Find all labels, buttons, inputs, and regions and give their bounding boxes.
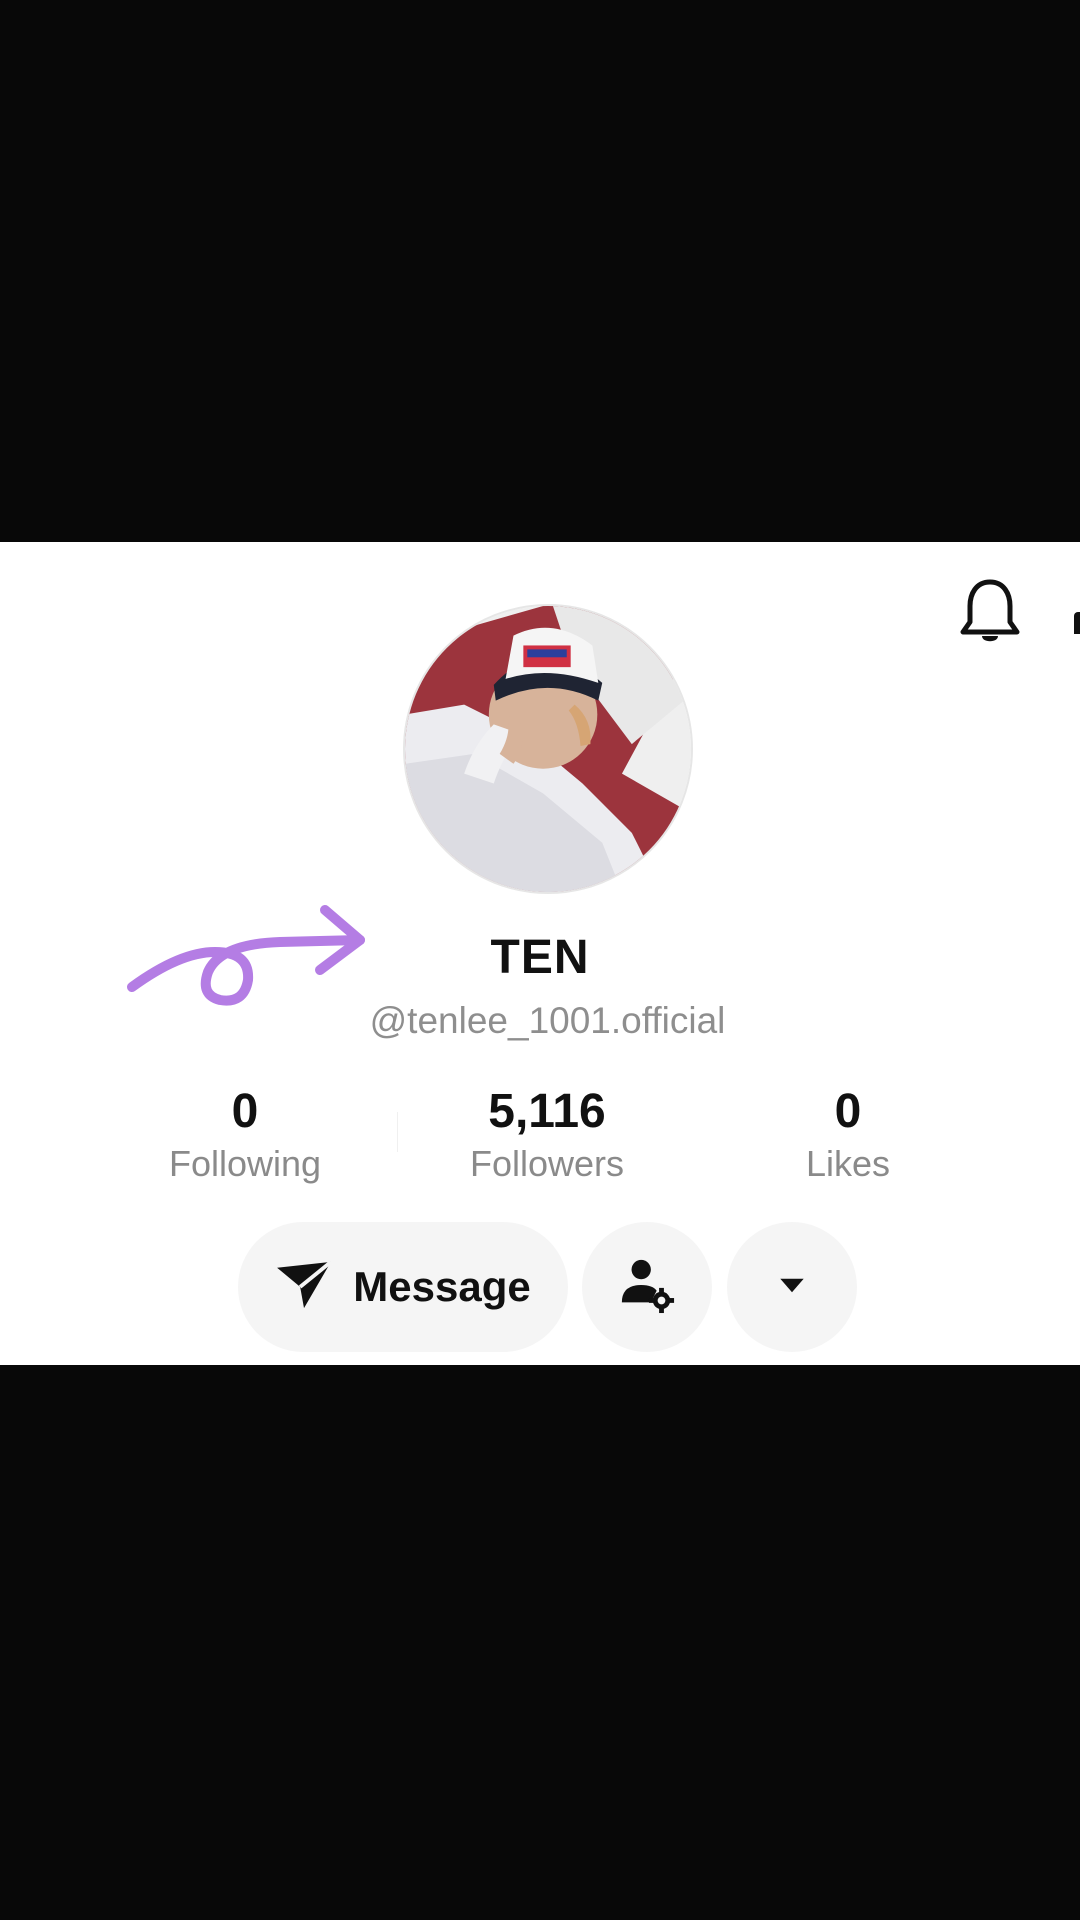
user-gear-icon [618, 1256, 676, 1319]
avatar[interactable] [403, 604, 693, 894]
display-name: TEN [490, 931, 590, 984]
stat-likes[interactable]: 0 Likes [718, 1084, 978, 1188]
stat-divider [397, 1112, 398, 1152]
followers-label: Followers [469, 1143, 625, 1184]
following-count: 0 [231, 1085, 259, 1138]
letterbox-bottom [0, 1365, 1080, 1920]
following-label: Following [168, 1143, 322, 1184]
edge-icon[interactable] [1074, 612, 1080, 634]
caret-down-icon [778, 1276, 806, 1299]
likes-label: Likes [805, 1143, 891, 1184]
bell-icon[interactable] [958, 576, 1022, 648]
message-button-label: Message [353, 1263, 531, 1310]
followers-count: 5,116 [488, 1085, 606, 1138]
more-button[interactable] [727, 1222, 857, 1352]
stat-following[interactable]: 0 Following [115, 1084, 375, 1188]
username: @tenlee_1001.official [369, 1000, 726, 1041]
likes-count: 0 [834, 1085, 862, 1138]
profile-header: TEN @tenlee_1001.official 0 Following 5,… [0, 542, 1080, 1365]
paper-plane-icon [275, 1259, 333, 1315]
stat-followers[interactable]: 5,116 Followers [417, 1084, 677, 1188]
friend-settings-button[interactable] [582, 1222, 712, 1352]
letterbox-top [0, 0, 1080, 542]
message-button[interactable]: Message [238, 1222, 568, 1352]
